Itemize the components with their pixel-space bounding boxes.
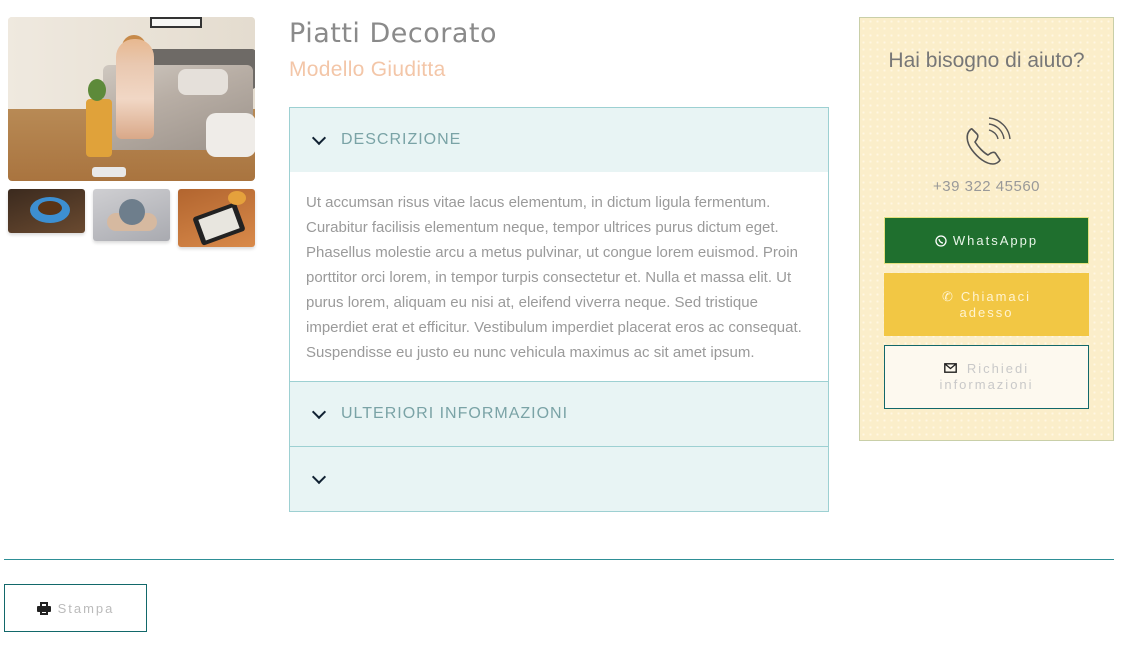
plant (88, 79, 106, 101)
product-subtitle: Modello Giuditta (289, 58, 446, 81)
chevron-down-icon (313, 408, 325, 420)
product-title: Piatti Decorato (289, 18, 498, 49)
request-info-button[interactable]: Richiedi informazioni (884, 345, 1089, 409)
whatsapp-button[interactable]: WhatsAppp (884, 217, 1089, 264)
description-text: Ut accumsan risus vitae lacus elementum,… (306, 194, 802, 361)
envelope-icon (943, 363, 957, 373)
thumbnail-hands[interactable] (93, 189, 170, 241)
printer-icon (36, 601, 51, 615)
help-title: Hai bisogno di aiuto? (888, 49, 1085, 72)
thumbnail-strip (8, 189, 256, 247)
main-product-image[interactable] (8, 17, 255, 181)
call-now-button[interactable]: ✆ Chiamaci adesso (884, 273, 1089, 336)
bathroom-scale (92, 167, 126, 177)
wall-frame (150, 17, 202, 28)
accordion-label: ULTERIORI INFORMAZIONI (341, 405, 569, 422)
chevron-down-icon (313, 473, 325, 485)
print-button[interactable]: Stampa (4, 584, 147, 632)
product-gallery (8, 17, 256, 247)
call-label: Chiamaci adesso (959, 288, 1032, 320)
chevron-down-icon (313, 134, 325, 146)
phone-icon (966, 117, 1011, 165)
print-label: Stampa (57, 600, 115, 616)
thumbnail-ereader[interactable] (178, 189, 255, 247)
phone-icon: ✆ (941, 288, 955, 304)
whatsapp-label: WhatsAppp (952, 233, 1039, 248)
bedside-table (86, 99, 112, 157)
accordion-header-descrizione[interactable]: DESCRIZIONE (290, 108, 828, 172)
whatsapp-icon (935, 234, 947, 247)
person (116, 39, 154, 139)
accordion-header-ulteriori-informazioni[interactable]: ULTERIORI INFORMAZIONI (290, 382, 828, 447)
accordion-header-empty[interactable] (290, 447, 828, 511)
thumbnail-coffee[interactable] (8, 189, 85, 233)
product-accordion: DESCRIZIONE Ut accumsan risus vitae lacu… (289, 107, 829, 512)
accordion-body-descrizione: Ut accumsan risus vitae lacus elementum,… (290, 172, 828, 382)
help-panel: Hai bisogno di aiuto? +39 322 45560 What… (859, 17, 1114, 441)
section-divider (4, 559, 1114, 560)
help-phone-number[interactable]: +39 322 45560 (860, 178, 1113, 195)
accordion-label: DESCRIZIONE (341, 131, 462, 148)
